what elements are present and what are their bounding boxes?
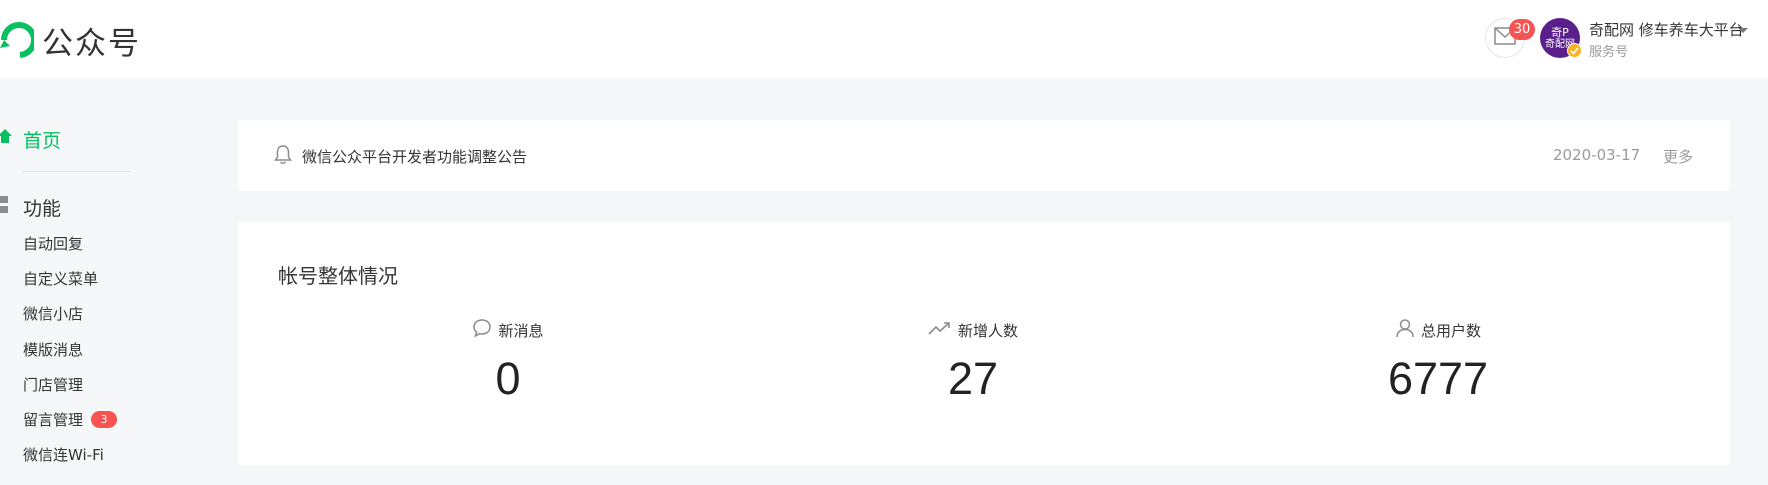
stat-label: 新消息	[498, 321, 544, 340]
user-icon	[1395, 318, 1415, 342]
sidebar-item-store-management[interactable]: 门店管理	[23, 374, 83, 395]
trend-up-icon	[928, 320, 952, 340]
bell-icon	[274, 145, 292, 169]
sidebar-section-function: 功能	[23, 198, 62, 220]
message-bubble-icon	[472, 318, 492, 342]
sidebar-item-label: 模版消息	[23, 341, 84, 359]
sidebar-item-wechat-store[interactable]: 微信小店	[23, 303, 83, 324]
stat-total-users[interactable]: 总用户数 6777	[1288, 318, 1588, 404]
sidebar-item-template-message[interactable]: 模版消息	[23, 339, 83, 360]
sidebar-item-wifi[interactable]: 微信连Wi-Fi	[23, 444, 104, 465]
home-icon	[0, 129, 12, 143]
sidebar-item-home-label: 首页	[23, 130, 62, 152]
chevron-down-icon[interactable]	[1738, 28, 1748, 33]
avatar-text-top: 奇P	[1551, 25, 1569, 39]
wechat-mp-logo-icon	[0, 20, 34, 60]
comment-count-badge: 3	[91, 411, 118, 428]
sidebar-divider	[23, 171, 131, 172]
card-title: 帐号整体情况	[278, 264, 398, 288]
sidebar-item-label: 自动回复	[23, 235, 84, 253]
sidebar-item-label: 门店管理	[23, 376, 84, 394]
sidebar-item-custom-menu[interactable]: 自定义菜单	[23, 268, 98, 289]
sidebar-item-label: 留言管理	[23, 411, 84, 429]
function-section-icon	[0, 196, 10, 214]
stat-new-messages[interactable]: 新消息 0	[358, 318, 658, 404]
stat-label: 新增人数	[957, 321, 1018, 340]
sidebar-item-label: 自定义菜单	[23, 270, 99, 288]
stat-value: 6777	[1387, 353, 1489, 404]
notice-date: 2020-03-17	[1553, 146, 1641, 164]
verified-icon	[1567, 43, 1582, 58]
account-name[interactable]: 奇配网 修车养车大平台	[1589, 19, 1744, 40]
notice-bar: 微信公众平台开发者功能调整公告 2020-03-17 更多	[238, 120, 1730, 191]
stat-new-followers[interactable]: 新增人数 27	[823, 318, 1123, 404]
sidebar-item-label: 微信连Wi-Fi	[23, 446, 104, 464]
sidebar-item-label: 微信小店	[23, 305, 84, 323]
sidebar-item-comment-management[interactable]: 留言管理 3	[23, 409, 118, 430]
stat-label: 总用户数	[1420, 321, 1481, 340]
stat-value: 27	[947, 353, 999, 404]
stat-value: 0	[495, 353, 521, 404]
logo[interactable]: 公众号	[0, 18, 141, 62]
top-bar: 公众号 30 奇P 奇配网 奇配网 修车养车大平台 服务号	[0, 0, 1768, 78]
unread-badge: 30	[1509, 19, 1535, 40]
more-link[interactable]: 更多	[1663, 146, 1693, 167]
sidebar-item-auto-reply[interactable]: 自动回复	[23, 233, 83, 254]
account-overview-card: 帐号整体情况 新消息 0 新增人数 27 总用户数 6777	[238, 222, 1730, 465]
notice-link[interactable]: 微信公众平台开发者功能调整公告	[302, 146, 527, 167]
app-name: 公众号	[42, 25, 141, 62]
account-type: 服务号	[1589, 45, 1629, 60]
